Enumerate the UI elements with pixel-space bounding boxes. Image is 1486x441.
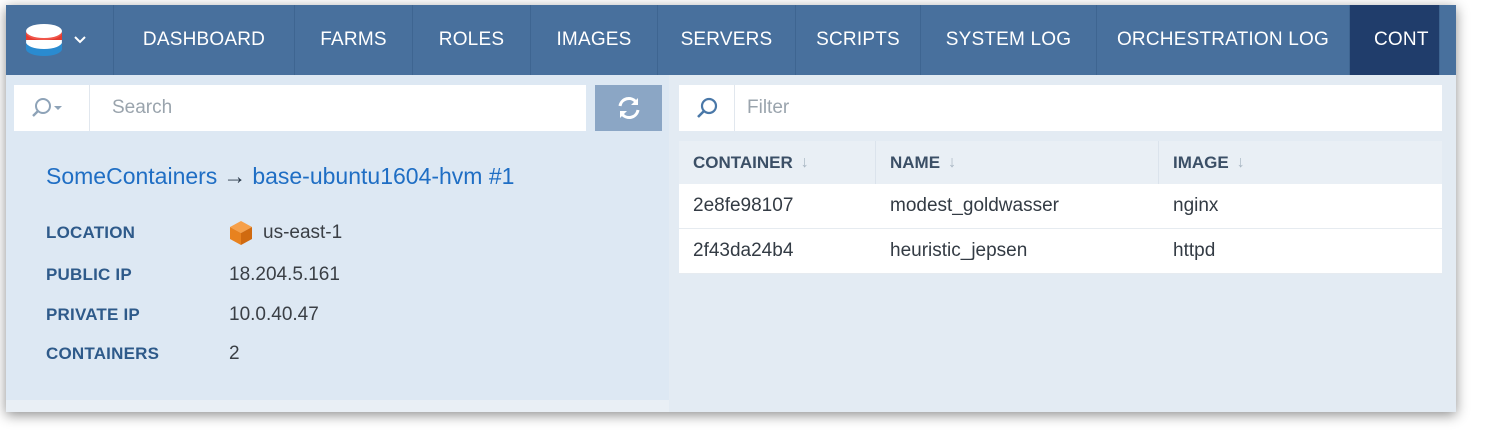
sort-arrow-icon: ↓: [1236, 153, 1245, 171]
detail-label: PUBLIC IP: [46, 265, 132, 284]
search-box: [14, 85, 586, 131]
filter-icon-button[interactable]: [679, 85, 735, 131]
nav-system-log[interactable]: SYSTEM LOG: [921, 5, 1097, 75]
detail-label: PRIVATE IP: [46, 305, 140, 324]
containers-table: CONTAINER ↓ NAME ↓ IMAGE ↓ 2e8fe98107 modes…: [679, 141, 1442, 274]
search-icon: [696, 97, 717, 118]
cell-container-id: 2e8fe98107: [693, 195, 794, 216]
farm-link[interactable]: SomeContainers: [46, 163, 217, 189]
app-window: DASHBOARD FARMS ROLES IMAGES SERVERS SCR…: [6, 5, 1456, 412]
filter-box: [679, 85, 1442, 131]
server-link[interactable]: base-ubuntu1604-hvm #1: [252, 163, 514, 189]
search-toolbar: [14, 85, 662, 131]
cell-image: nginx: [1173, 195, 1219, 216]
table-row[interactable]: 2e8fe98107 modest_goldwasser nginx: [679, 184, 1442, 229]
refresh-icon: [618, 97, 639, 119]
region-cube-icon: [230, 221, 252, 245]
cell-image: httpd: [1173, 240, 1216, 261]
cell-name: modest_goldwasser: [890, 195, 1059, 216]
detail-value: 18.204.5.161: [229, 264, 340, 285]
nav-roles[interactable]: ROLES: [413, 5, 531, 75]
detail-label: CONTAINERS: [46, 344, 160, 363]
cell-name: heuristic_jepsen: [890, 240, 1028, 261]
detail-label: LOCATION: [46, 223, 136, 242]
panel-footer: [6, 400, 669, 412]
nav-containers[interactable]: CONT: [1350, 5, 1440, 75]
containers-panel: CONTAINER↓ NAME↓ IMAGE↓ 2e8fe98107 modes…: [669, 75, 1456, 412]
search-icon: [32, 98, 62, 117]
detail-public-ip: PUBLIC IP 18.204.5.161: [46, 262, 340, 288]
server-title: SomeContainers → base-ubuntu1604-hvm #1: [46, 163, 514, 190]
app-logo-menu[interactable]: [6, 5, 114, 75]
nav-orchestration-log[interactable]: ORCHESTRATION LOG: [1097, 5, 1350, 75]
sort-arrow-icon: ↓: [948, 153, 957, 171]
nav-dashboard[interactable]: DASHBOARD: [114, 5, 295, 75]
sort-arrow-icon: ↓: [800, 153, 809, 171]
nav-farms[interactable]: FARMS: [295, 5, 413, 75]
filter-input[interactable]: [735, 88, 1415, 128]
top-navigation: DASHBOARD FARMS ROLES IMAGES SERVERS SCR…: [6, 5, 1456, 75]
refresh-button[interactable]: [595, 85, 662, 131]
table-header: CONTAINER ↓ NAME ↓ IMAGE ↓: [679, 141, 1442, 184]
table-row[interactable]: 2f43da24b4 heuristic_jepsen httpd: [679, 229, 1442, 274]
stack-logo-icon: [26, 24, 62, 56]
search-input[interactable]: [90, 88, 570, 128]
detail-private-ip: PRIVATE IP 10.0.40.47: [46, 302, 319, 328]
cell-container-id: 2f43da24b4: [693, 240, 794, 261]
nav-scripts[interactable]: SCRIPTS: [796, 5, 921, 75]
detail-containers: CONTAINERS 2: [46, 341, 240, 367]
column-header-image[interactable]: IMAGE ↓: [1159, 141, 1442, 184]
nav-servers[interactable]: SERVERS: [658, 5, 796, 75]
column-header-container[interactable]: CONTAINER ↓: [679, 141, 876, 184]
detail-value: 2: [229, 343, 240, 364]
title-arrow: →: [223, 163, 247, 189]
column-header-name[interactable]: NAME ↓: [876, 141, 1159, 184]
nav-images[interactable]: IMAGES: [531, 5, 658, 75]
search-options-toggle[interactable]: [14, 85, 90, 131]
chevron-down-icon: [74, 36, 86, 44]
server-details-panel: SomeContainers→base-ubuntu1604-hvm #1 LO…: [6, 75, 669, 412]
detail-location: LOCATION us-east-1: [46, 220, 342, 246]
detail-value: 10.0.40.47: [229, 304, 319, 325]
detail-value: us-east-1: [263, 222, 343, 243]
